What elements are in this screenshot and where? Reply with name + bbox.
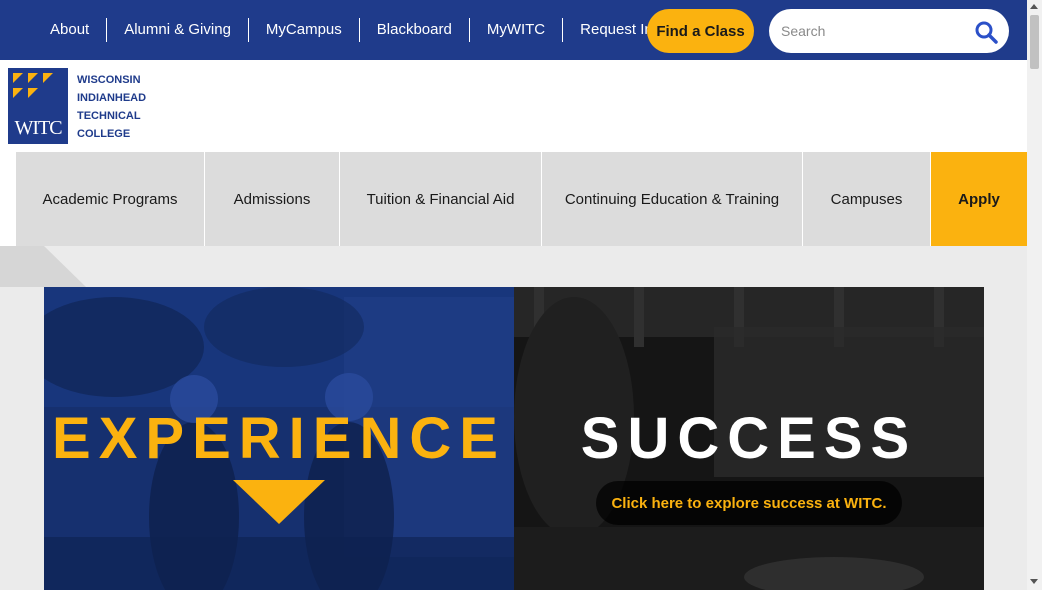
logo-wordmark: WITC bbox=[14, 117, 62, 139]
scroll-up-arrow-icon[interactable] bbox=[1030, 4, 1038, 9]
success-title: SUCCESS bbox=[580, 406, 918, 471]
success-panel[interactable]: SUCCESS Click here to explore success at… bbox=[514, 287, 984, 590]
utility-link-mycampus[interactable]: MyCampus bbox=[247, 18, 359, 42]
experience-title: EXPERIENCE bbox=[52, 406, 506, 471]
scroll-down-arrow-icon[interactable] bbox=[1030, 579, 1038, 584]
experience-panel[interactable]: EXPERIENCE bbox=[44, 287, 514, 590]
page: About Alumni & Giving MyCampus Blackboar… bbox=[0, 0, 1027, 590]
search-box bbox=[769, 9, 1009, 53]
logo-line-1: WISCONSIN bbox=[77, 74, 141, 86]
nav-continuing-education[interactable]: Continuing Education & Training bbox=[542, 152, 803, 246]
vertical-scrollbar[interactable] bbox=[1027, 0, 1042, 590]
witc-logo[interactable]: WITC WISCONSIN INDIANHEAD TECHNICAL COLL… bbox=[8, 68, 146, 144]
scrollbar-thumb[interactable] bbox=[1030, 15, 1039, 69]
nav-academic-programs[interactable]: Academic Programs bbox=[16, 152, 205, 246]
utility-link-mywitc[interactable]: MyWITC bbox=[468, 18, 562, 42]
search-icon[interactable] bbox=[974, 20, 998, 44]
hero-banner: EXPERIENCE SUCCESS Click here to explore… bbox=[44, 287, 984, 590]
nav-admissions[interactable]: Admissions bbox=[205, 152, 340, 246]
logo-triangles-icon bbox=[13, 73, 53, 98]
logo-mark: WITC bbox=[8, 68, 68, 144]
search-input[interactable] bbox=[781, 20, 971, 42]
logo-line-3: TECHNICAL bbox=[77, 110, 141, 122]
logo-line-4: COLLEGE bbox=[77, 128, 131, 140]
logo-text: WISCONSIN INDIANHEAD TECHNICAL COLLEGE bbox=[77, 71, 146, 143]
utility-links: About Alumni & Giving MyCampus Blackboar… bbox=[33, 18, 682, 42]
utility-link-alumni-giving[interactable]: Alumni & Giving bbox=[106, 18, 248, 42]
nav-campuses[interactable]: Campuses bbox=[803, 152, 931, 246]
explore-success-button[interactable]: Click here to explore success at WITC. bbox=[596, 481, 902, 525]
hero-notch-shape bbox=[0, 246, 86, 287]
main-nav: Academic Programs Admissions Tuition & F… bbox=[16, 152, 1027, 246]
utility-link-about[interactable]: About bbox=[33, 18, 106, 42]
nav-apply-button[interactable]: Apply bbox=[931, 152, 1027, 246]
utility-link-blackboard[interactable]: Blackboard bbox=[358, 18, 469, 42]
utility-bar: About Alumni & Giving MyCampus Blackboar… bbox=[0, 0, 1027, 60]
logo-line-2: INDIANHEAD bbox=[77, 92, 147, 104]
down-arrow-icon[interactable] bbox=[233, 480, 325, 524]
nav-tuition-financial-aid[interactable]: Tuition & Financial Aid bbox=[340, 152, 542, 246]
find-a-class-button[interactable]: Find a Class bbox=[647, 9, 754, 53]
